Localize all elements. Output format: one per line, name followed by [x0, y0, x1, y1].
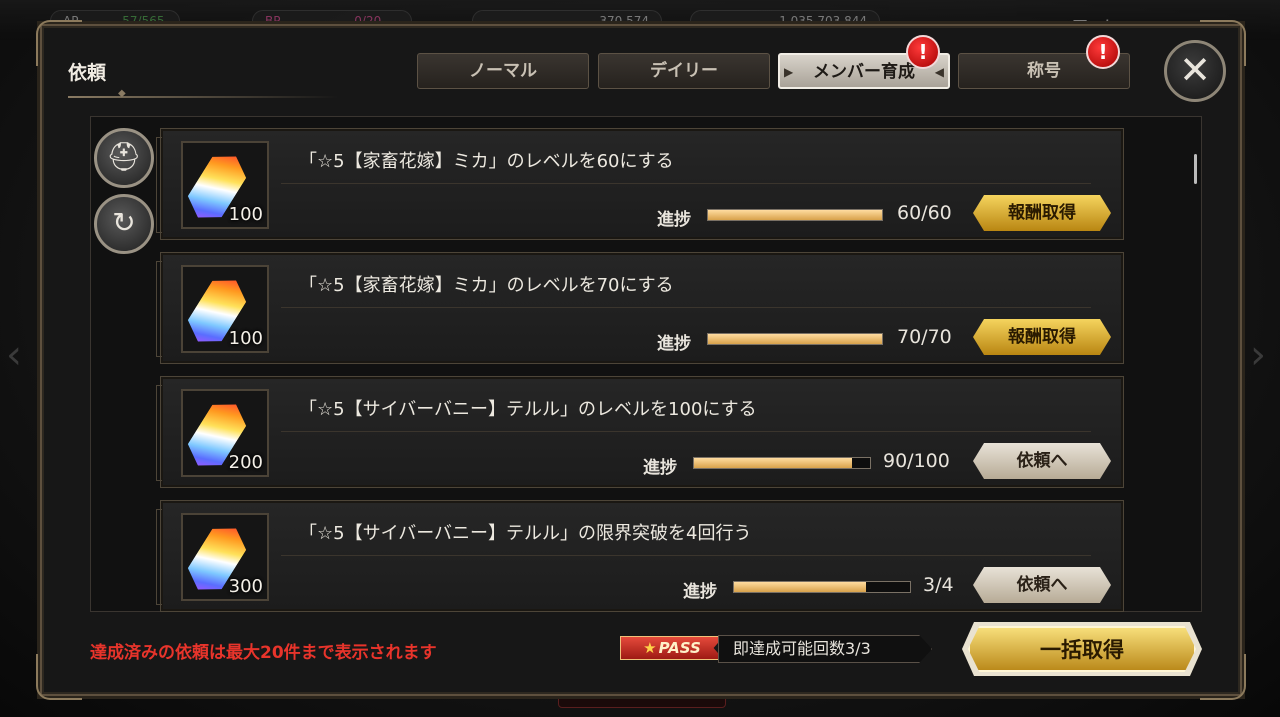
- go-to-quest-button[interactable]: 依頼へ: [973, 567, 1111, 603]
- corner-ornament: [36, 654, 82, 700]
- reward-item[interactable]: 100: [181, 141, 269, 229]
- tab-daily[interactable]: デイリー: [598, 53, 770, 89]
- progress-bar: [707, 333, 883, 345]
- claim-reward-button[interactable]: 報酬取得: [973, 319, 1111, 355]
- quest-card: 200 「☆5【サイバーバニー】テルル」のレベルを100にする 進捗 90/10…: [156, 376, 1124, 488]
- completed-limit-note: 達成済みの依頼は最大20件まで表示されます: [90, 643, 437, 663]
- title-decoration: [68, 88, 338, 99]
- quest-title: 「☆5【家畜花嫁】ミカ」のレベルを60にする: [299, 151, 674, 172]
- quest-modal: 依頼 ノーマル デイリー メンバー育成 称号 ! ! ✕ ⛑ ↻ 100 「☆5…: [36, 20, 1246, 700]
- reward-count: 100: [228, 204, 263, 225]
- reward-count: 300: [228, 576, 263, 597]
- progress-bar: [693, 457, 871, 469]
- alert-icon: !: [906, 35, 940, 69]
- divider: [281, 307, 1091, 308]
- helmet-icon: ⛑: [106, 140, 142, 173]
- refresh-button[interactable]: ↻: [94, 194, 154, 254]
- reward-item[interactable]: 200: [181, 389, 269, 477]
- quest-card: 100 「☆5【家畜花嫁】ミカ」のレベルを60にする 進捗 60/60 報酬取得: [156, 128, 1124, 240]
- progress-value: 90/100: [883, 450, 950, 472]
- filter-button[interactable]: ⛑: [94, 128, 154, 188]
- right-arrow-icon: ›: [1250, 332, 1266, 378]
- quest-title: 「☆5【家畜花嫁】ミカ」のレベルを70にする: [299, 275, 674, 296]
- left-arrow-icon: ‹: [6, 332, 22, 378]
- scrollbar[interactable]: [1194, 154, 1197, 184]
- progress-bar: [707, 209, 883, 221]
- progress-label: 進捗: [657, 210, 691, 230]
- progress-value: 3/4: [923, 574, 954, 596]
- divider: [281, 183, 1091, 184]
- close-button[interactable]: ✕: [1164, 40, 1226, 102]
- quest-card: 100 「☆5【家畜花嫁】ミカ」のレベルを70にする 進捗 70/70 報酬取得: [156, 252, 1124, 364]
- reward-count: 100: [228, 328, 263, 349]
- alert-icon: !: [1086, 35, 1120, 69]
- progress-fill: [734, 582, 866, 592]
- claim-reward-button[interactable]: 報酬取得: [973, 195, 1111, 231]
- progress-fill: [694, 458, 853, 468]
- close-icon: ✕: [1179, 48, 1211, 92]
- divider: [281, 431, 1091, 432]
- progress-fill: [708, 334, 882, 344]
- progress-label: 進捗: [657, 334, 691, 354]
- corner-ornament: [1200, 654, 1246, 700]
- progress-value: 70/70: [897, 326, 952, 348]
- tab-normal[interactable]: ノーマル: [417, 53, 589, 89]
- progress-value: 60/60: [897, 202, 952, 224]
- star-icon: ★: [643, 639, 657, 657]
- modal-title: 依頼: [68, 62, 107, 84]
- instant-complete-count: 即達成可能回数3/3: [718, 635, 932, 663]
- progress-label: 進捗: [643, 458, 677, 478]
- pass-badge: ★ PASS: [620, 636, 724, 660]
- go-to-quest-button[interactable]: 依頼へ: [973, 443, 1111, 479]
- quest-title: 「☆5【サイバーバニー】テルル」の限界突破を4回行う: [299, 523, 752, 544]
- reward-item[interactable]: 300: [181, 513, 269, 601]
- pass-label: PASS: [658, 639, 701, 657]
- reward-item[interactable]: 100: [181, 265, 269, 353]
- divider: [281, 555, 1091, 556]
- progress-fill: [708, 210, 882, 220]
- progress-bar: [733, 581, 911, 593]
- progress-label: 進捗: [683, 582, 717, 602]
- refresh-icon: ↻: [112, 206, 136, 239]
- quest-card: 300 「☆5【サイバーバニー】テルル」の限界突破を4回行う 進捗 3/4 依頼…: [156, 500, 1124, 612]
- reward-count: 200: [228, 452, 263, 473]
- quest-title: 「☆5【サイバーバニー】テルル」のレベルを100にする: [299, 399, 757, 420]
- bulk-claim-button[interactable]: 一括取得: [968, 626, 1196, 672]
